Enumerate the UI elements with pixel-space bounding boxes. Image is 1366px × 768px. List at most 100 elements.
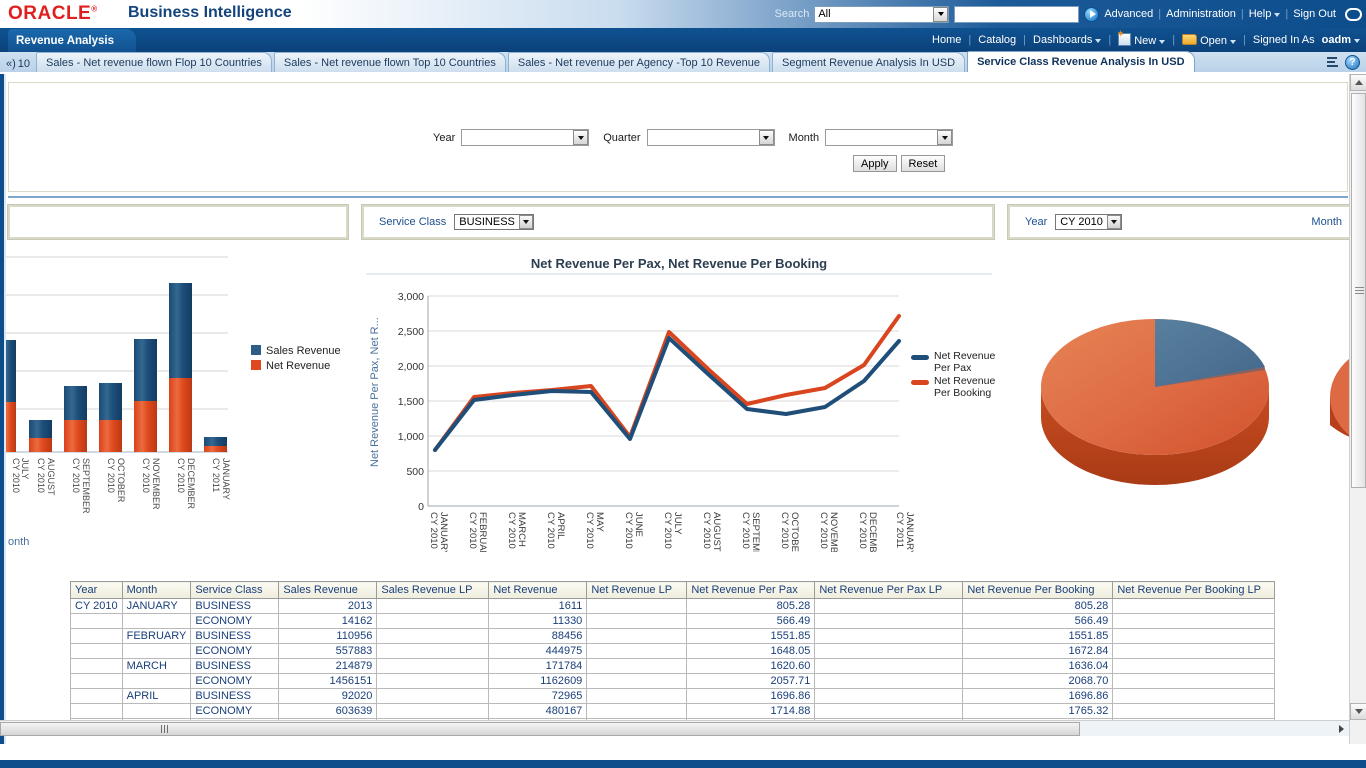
cell-net-revenue-lp	[587, 644, 687, 659]
chevron-down-icon[interactable]	[933, 7, 948, 22]
vertical-scrollbar-thumb[interactable]	[1351, 93, 1366, 488]
table-row: APRIL BUSINESS 92020 72965 1696.86 1696.…	[71, 689, 1275, 704]
horizontal-scrollbar-thumb[interactable]	[0, 722, 1080, 736]
svg-text:CY 2010: CY 2010	[623, 512, 634, 549]
svg-text:CY 2011: CY 2011	[894, 512, 905, 548]
cell-month: JANUARY	[122, 599, 191, 614]
chevron-down-icon[interactable]	[573, 130, 588, 145]
cell-sales-revenue: 92020	[279, 689, 377, 704]
nav-dashboards[interactable]: Dashboards	[1033, 34, 1101, 46]
bar-chart[interactable]: CY 2010 JULY CY 2010 AUGUST CY 2010 SEPT…	[6, 252, 346, 552]
cell-sales-revenue-lp	[377, 614, 489, 629]
search-go-icon[interactable]	[1084, 7, 1099, 22]
svg-text:APRIL: APRIL	[555, 512, 566, 539]
cell-service-class: ECONOMY	[191, 644, 279, 659]
dashboard-name-tab[interactable]: Revenue Analysis	[8, 29, 136, 52]
line-chart[interactable]: Net Revenue Per Pax, Net R... 3,000 2,50…	[362, 252, 996, 552]
service-class-select[interactable]: BUSINESS	[454, 214, 534, 230]
svg-text:SEPTEMBER: SEPTEMBER	[750, 512, 761, 552]
svg-text:AUGUST: AUGUST	[711, 512, 722, 552]
cell-nr-per-pax: 2057.71	[687, 674, 815, 689]
col-nr-per-booking[interactable]: Net Revenue Per Booking	[963, 582, 1113, 599]
nav-home[interactable]: Home	[932, 34, 961, 46]
horizontal-scrollbar[interactable]	[0, 720, 1349, 736]
col-month[interactable]: Month	[122, 582, 191, 599]
tab-sales-net-revenue-per-agency[interactable]: Sales - Net revenue per Agency -Top 10 R…	[508, 52, 770, 72]
cell-year	[71, 674, 123, 689]
table-row: ECONOMY 1456151 1162609 2057.71 2068.70	[71, 674, 1275, 689]
cell-sales-revenue: 1456151	[279, 674, 377, 689]
sign-out-link[interactable]: Sign Out	[1293, 8, 1336, 20]
chevron-down-icon[interactable]	[937, 130, 952, 145]
administration-link[interactable]: Administration	[1166, 8, 1236, 20]
pie-chart[interactable]	[1008, 252, 1360, 552]
line-legend-label-booking-2: Per Booking	[934, 387, 991, 399]
divider: |	[1158, 8, 1161, 20]
chevron-down-icon[interactable]	[1107, 215, 1121, 229]
apply-button[interactable]: Apply	[853, 155, 897, 172]
cell-nr-per-booking: 566.49	[963, 614, 1113, 629]
reset-button[interactable]: Reset	[901, 155, 946, 172]
chevron-down-icon	[1159, 35, 1165, 47]
chevron-down-icon[interactable]	[759, 130, 774, 145]
col-year[interactable]: Year	[71, 582, 123, 599]
tab-sales-net-revenue-flop-10-countries[interactable]: Sales - Net revenue flown Flop 10 Countr…	[36, 52, 272, 72]
page-options-icon[interactable]	[1324, 56, 1340, 70]
nav-new[interactable]: New	[1118, 33, 1165, 47]
col-net-revenue[interactable]: Net Revenue	[489, 582, 587, 599]
line-legend-label-pax-2: Per Pax	[934, 362, 972, 374]
cell-nr-per-booking-lp	[1113, 704, 1275, 719]
divider: |	[1108, 34, 1111, 46]
tab-sales-net-revenue-top-10-countries[interactable]: Sales - Net revenue flown Top 10 Countri…	[274, 52, 506, 72]
help-menu[interactable]: Help	[1249, 8, 1281, 20]
col-nr-per-pax[interactable]: Net Revenue Per Pax	[687, 582, 815, 599]
col-service-class[interactable]: Service Class	[191, 582, 279, 599]
prompt-inner: Year Quarter Month Apply Reset	[9, 83, 1347, 191]
svg-text:CY 2010: CY 2010	[857, 512, 868, 549]
scroll-down-arrow[interactable]	[1350, 703, 1366, 720]
search-input[interactable]	[954, 6, 1079, 23]
cell-nr-per-pax: 1551.85	[687, 629, 815, 644]
cell-net-revenue: 1611	[489, 599, 587, 614]
signed-in-user: oadm	[1322, 34, 1351, 46]
prompt-quarter-select[interactable]	[647, 129, 775, 146]
nav-catalog[interactable]: Catalog	[978, 34, 1016, 46]
prompt-quarter-label: Quarter	[603, 132, 640, 144]
brand-header-bar: ORACLE® Business Intelligence Search All…	[0, 0, 1366, 28]
nav-open[interactable]: Open	[1182, 34, 1236, 47]
cell-net-revenue: 444975	[489, 644, 587, 659]
chevron-down-icon[interactable]	[519, 215, 533, 229]
horizontal-scroll-right-arrow[interactable]	[1335, 722, 1347, 735]
help-icon[interactable]: ?	[1345, 55, 1360, 70]
svg-text:JANUARY: JANUARY	[438, 512, 449, 552]
prompt-year-select[interactable]	[461, 129, 589, 146]
col-sales-revenue-lp[interactable]: Sales Revenue LP	[377, 582, 489, 599]
bar-legend-swatch-sales	[251, 345, 261, 355]
col-nr-per-booking-lp[interactable]: Net Revenue Per Booking LP	[1113, 582, 1275, 599]
tab-segment-revenue-analysis[interactable]: Segment Revenue Analysis In USD	[772, 52, 965, 72]
advanced-link[interactable]: Advanced	[1104, 8, 1153, 20]
prompt-month-select[interactable]	[825, 129, 953, 146]
cell-sales-revenue-lp	[377, 704, 489, 719]
cell-year	[71, 629, 123, 644]
scroll-up-arrow[interactable]	[1350, 74, 1366, 91]
cell-year	[71, 689, 123, 704]
svg-text:DECEMBER: DECEMBER	[867, 512, 878, 552]
pivot-table-container[interactable]: Year Month Service Class Sales Revenue S…	[70, 581, 1282, 734]
col-sales-revenue[interactable]: Sales Revenue	[279, 582, 377, 599]
cell-nr-per-pax-lp	[815, 629, 963, 644]
col-net-revenue-lp[interactable]: Net Revenue LP	[587, 582, 687, 599]
search-scope-select[interactable]: All	[814, 6, 949, 23]
tab-service-class-revenue-analysis[interactable]: Service Class Revenue Analysis In USD	[967, 51, 1194, 72]
year-filter-select[interactable]: CY 2010	[1055, 214, 1122, 230]
vertical-scrollbar[interactable]	[1349, 74, 1366, 744]
tab-scroll-left-button[interactable]: «) 10	[4, 58, 36, 72]
col-nr-per-pax-lp[interactable]: Net Revenue Per Pax LP	[815, 582, 963, 599]
cell-month	[122, 644, 191, 659]
cell-net-revenue-lp	[587, 629, 687, 644]
cell-nr-per-pax-lp	[815, 644, 963, 659]
table-row: MARCH BUSINESS 214879 171784 1620.60 163…	[71, 659, 1275, 674]
signed-in-user-menu[interactable]: oadm	[1322, 34, 1360, 46]
line-legend-swatch-pax	[911, 355, 929, 360]
dashboard-canvas: Year Quarter Month Apply Reset	[0, 74, 1366, 744]
